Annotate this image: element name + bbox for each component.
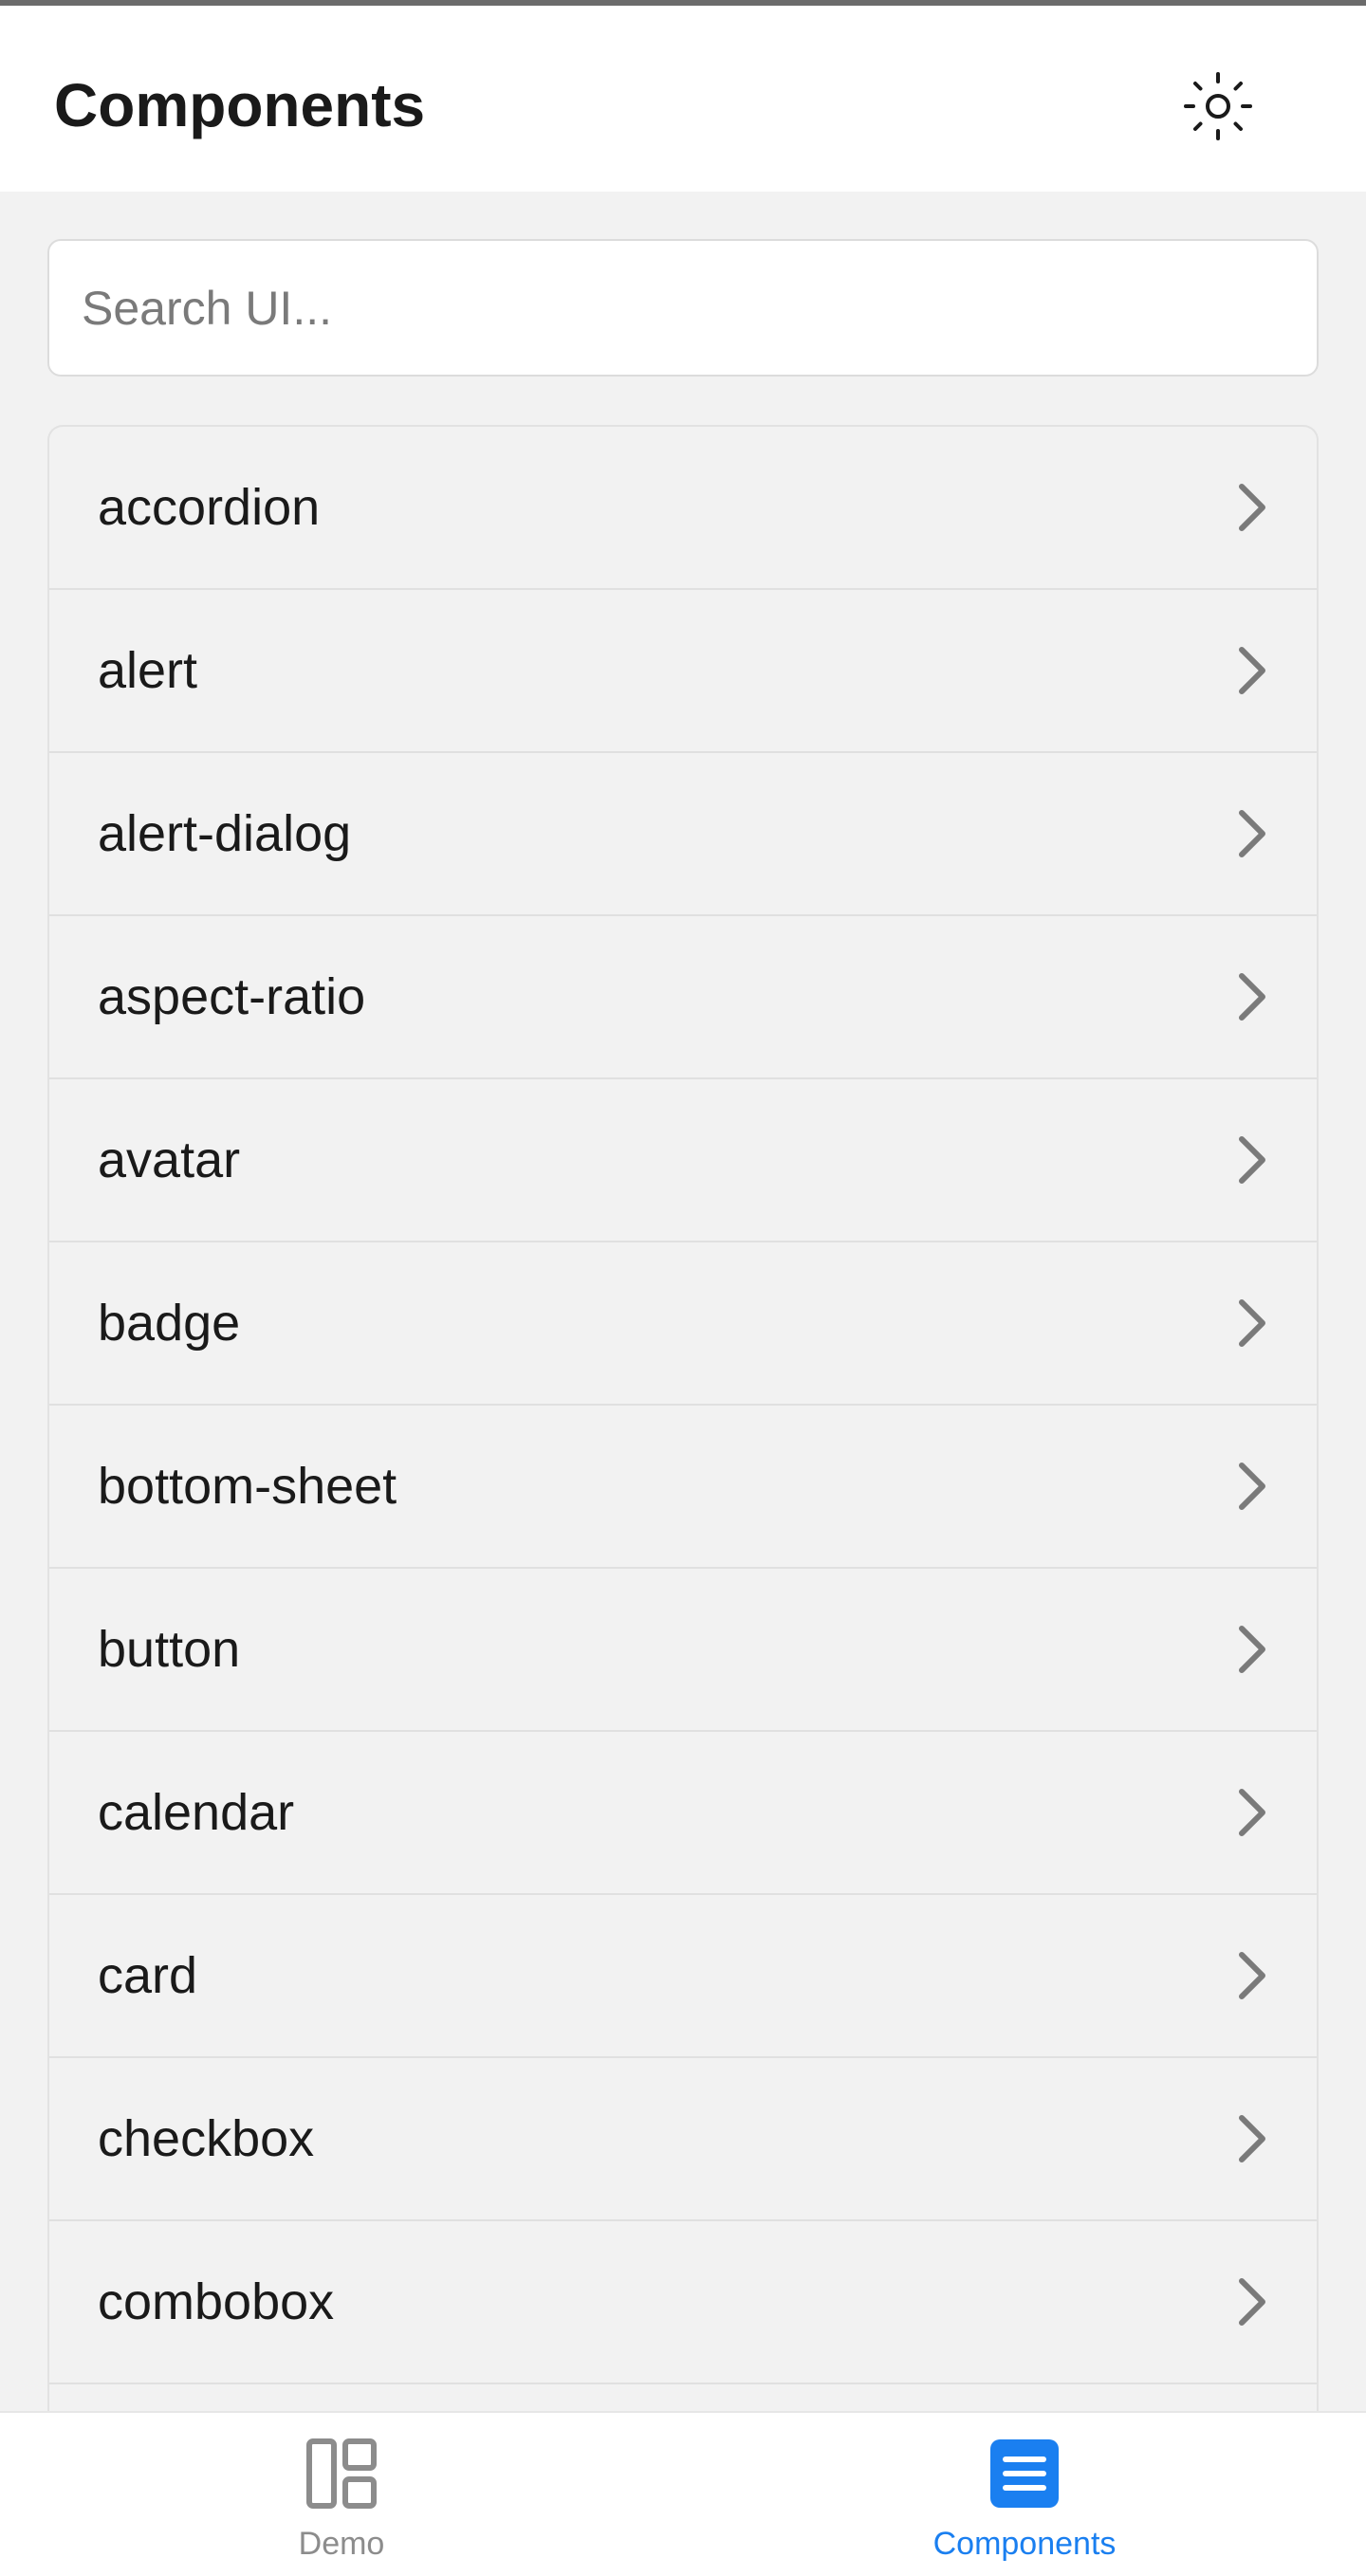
tab-demo-label: Demo (298, 2526, 385, 2562)
list-item[interactable]: button (49, 1569, 1317, 1732)
chevron-right-icon (1228, 2110, 1275, 2167)
list-item-label: calendar (98, 1784, 295, 1841)
list-item-label: aspect-ratio (98, 968, 366, 1025)
chevron-right-icon (1228, 1784, 1275, 1841)
list-item-label: badge (98, 1295, 241, 1352)
list-item[interactable]: calendar (49, 1732, 1317, 1895)
list-item-label: avatar (98, 1132, 241, 1188)
theme-toggle-button[interactable] (1172, 61, 1264, 152)
tab-demo[interactable]: Demo (228, 2413, 455, 2576)
tab-components[interactable]: Components (882, 2413, 1167, 2576)
app-header: Components (0, 6, 1366, 192)
chevron-right-icon (1228, 479, 1275, 536)
list-item[interactable]: alert-dialog (49, 753, 1317, 916)
chevron-right-icon (1228, 642, 1275, 699)
list-item[interactable]: accordion (49, 427, 1317, 590)
list-item-label: combobox (98, 2273, 335, 2330)
chevron-right-icon (1228, 1295, 1275, 1352)
sun-icon (1184, 72, 1252, 140)
layout-icon (304, 2436, 379, 2512)
chevron-right-icon (1228, 1132, 1275, 1188)
list-item[interactable]: avatar (49, 1079, 1317, 1242)
list-item-label: card (98, 1947, 198, 2004)
list-item[interactable]: combobox (49, 2221, 1317, 2384)
list-item[interactable]: checkbox (49, 2058, 1317, 2221)
list-item[interactable]: bottom-sheet (49, 1406, 1317, 1569)
chevron-right-icon (1228, 1458, 1275, 1515)
search-input[interactable] (49, 241, 1317, 375)
chevron-right-icon (1228, 1947, 1275, 2004)
list-item[interactable]: alert (49, 590, 1317, 753)
list-item[interactable]: card (49, 1895, 1317, 2058)
list-item-label: button (98, 1621, 241, 1678)
list-item-label: bottom-sheet (98, 1458, 397, 1515)
component-list: accordion alert alert-dialog aspect-ratio av… (47, 425, 1319, 2417)
list-item[interactable]: aspect-ratio (49, 916, 1317, 1079)
list-item-label: alert (98, 642, 198, 699)
list-item-label: checkbox (98, 2110, 315, 2167)
list-icon (987, 2436, 1062, 2512)
page-title: Components (54, 71, 426, 139)
tab-components-label: Components (932, 2526, 1117, 2562)
chevron-right-icon (1228, 968, 1275, 1025)
chevron-right-icon (1228, 805, 1275, 862)
list-item-label: alert-dialog (98, 805, 352, 862)
chevron-right-icon (1228, 1621, 1275, 1678)
list-item-label: accordion (98, 479, 321, 536)
search-box (47, 239, 1319, 377)
chevron-right-icon (1228, 2273, 1275, 2330)
list-item[interactable]: badge (49, 1242, 1317, 1406)
bottom-navigation: Demo Components (0, 2411, 1366, 2576)
